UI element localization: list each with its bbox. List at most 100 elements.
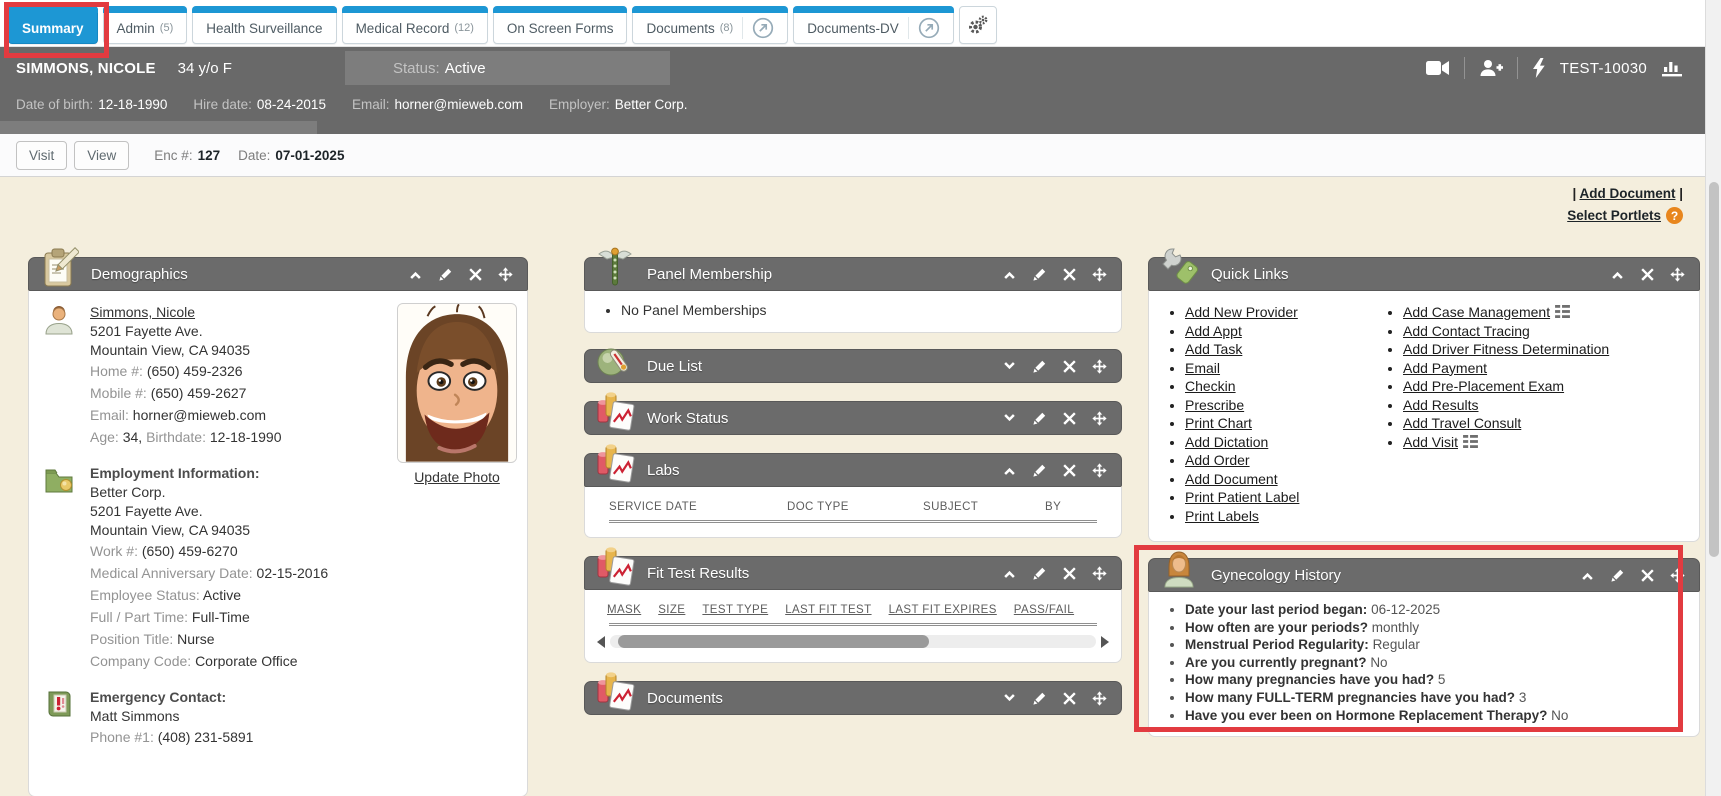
list-menu-icon[interactable] [1555,305,1570,318]
close-icon[interactable] [1062,691,1077,706]
scrollbar-track[interactable] [610,635,1096,648]
link-add-payment[interactable]: Add Payment [1403,360,1487,376]
edit-icon[interactable] [1032,566,1047,581]
close-icon[interactable] [1640,267,1655,282]
fit-col-last-fit-test[interactable]: LAST FIT TEST [785,604,871,616]
scrollbar-thumb[interactable] [618,635,929,648]
link-add-task[interactable]: Add Task [1185,341,1242,357]
link-add-dictation[interactable]: Add Dictation [1185,434,1268,450]
patient-name-link[interactable]: Simmons, Nicole [90,304,195,320]
collapse-icon[interactable] [1002,566,1017,581]
update-photo-link[interactable]: Update Photo [414,469,500,485]
link-add-document[interactable]: Add Document [1185,471,1278,487]
expand-icon[interactable] [1002,359,1017,374]
summary-main: | Add Document | Select Portlets ? Demog… [0,177,1705,796]
link-add-visit[interactable]: Add Visit [1403,434,1458,450]
scroll-left-arrow[interactable] [597,636,605,648]
tab-on-screen-forms[interactable]: On Screen Forms [493,6,628,44]
close-icon[interactable] [468,267,483,282]
popout-icon[interactable] [742,17,774,39]
lightning-bolt-icon[interactable] [1532,58,1546,78]
tab-documents[interactable]: Documents(8) [632,6,788,44]
help-icon[interactable]: ? [1666,207,1683,224]
close-icon[interactable] [1062,411,1077,426]
fit-col-size[interactable]: SIZE [658,604,685,616]
tab-label: Documents-DV [807,21,899,36]
collapse-icon[interactable] [1002,267,1017,282]
link-add-appt[interactable]: Add Appt [1185,323,1242,339]
move-icon[interactable] [1092,359,1107,374]
edit-icon[interactable] [1032,359,1047,374]
collapse-icon[interactable] [1002,463,1017,478]
view-button[interactable]: View [74,141,129,170]
add-document-link[interactable]: Add Document [1579,186,1675,201]
close-icon[interactable] [1640,568,1655,583]
move-icon[interactable] [498,267,513,282]
link-add-travel-consult[interactable]: Add Travel Consult [1403,415,1521,431]
link-print-labels[interactable]: Print Labels [1185,508,1259,524]
work-status-icon [595,390,635,434]
link-add-case-management[interactable]: Add Case Management [1403,304,1550,320]
popout-icon[interactable] [908,17,940,39]
tools-icon [1159,246,1199,290]
close-icon[interactable] [1062,463,1077,478]
collapse-icon[interactable] [408,267,423,282]
link-add-pre-placement-exam[interactable]: Add Pre-Placement Exam [1403,378,1564,394]
move-icon[interactable] [1092,463,1107,478]
link-add-driver-fitness[interactable]: Add Driver Fitness Determination [1403,341,1609,357]
visit-button[interactable]: Visit [16,141,67,170]
flowsheet-chart-icon[interactable] [1661,59,1683,78]
fit-col-mask[interactable]: MASK [607,604,641,616]
edit-icon[interactable] [438,267,453,282]
settings-gear-button[interactable] [959,6,997,44]
move-icon[interactable] [1092,267,1107,282]
expand-icon[interactable] [1002,411,1017,426]
video-camera-icon[interactable] [1426,60,1450,76]
tab-documents-dv[interactable]: Documents-DV [793,6,954,44]
close-icon[interactable] [1062,359,1077,374]
move-icon[interactable] [1092,411,1107,426]
mobile-phone: (650) 459-2627 [151,385,247,401]
page-scrollbar-thumb[interactable] [1709,182,1719,557]
collapse-icon[interactable] [1580,568,1595,583]
link-add-results[interactable]: Add Results [1403,397,1478,413]
edit-icon[interactable] [1032,463,1047,478]
patient-photo[interactable] [397,303,517,463]
link-email[interactable]: Email [1185,360,1220,376]
employee-status: Active [203,587,241,603]
link-add-new-provider[interactable]: Add New Provider [1185,304,1298,320]
banner-scroll-strip[interactable] [0,121,317,134]
edit-icon[interactable] [1610,568,1625,583]
edit-icon[interactable] [1032,691,1047,706]
tab-medical-record[interactable]: Medical Record(12) [342,6,488,44]
link-print-patient-label[interactable]: Print Patient Label [1185,489,1299,505]
edit-icon[interactable] [1032,267,1047,282]
fit-col-test-type[interactable]: TEST TYPE [702,604,768,616]
link-print-chart[interactable]: Print Chart [1185,415,1252,431]
page-vertical-scrollbar[interactable] [1705,0,1721,796]
link-add-order[interactable]: Add Order [1185,452,1250,468]
fit-col-pass-fail[interactable]: PASS/FAIL [1014,604,1074,616]
close-icon[interactable] [1062,267,1077,282]
link-checkin[interactable]: Checkin [1185,378,1236,394]
tab-label: Summary [22,21,84,36]
move-icon[interactable] [1670,267,1685,282]
tab-health-surveillance[interactable]: Health Surveillance [192,6,336,44]
add-person-icon[interactable] [1479,59,1503,77]
tab-summary[interactable]: Summary [8,6,98,44]
edit-icon[interactable] [1032,411,1047,426]
move-icon[interactable] [1092,691,1107,706]
fit-col-last-fit-expires[interactable]: LAST FIT EXPIRES [889,604,997,616]
close-icon[interactable] [1062,566,1077,581]
move-icon[interactable] [1092,566,1107,581]
collapse-icon[interactable] [1610,267,1625,282]
dob-label: Date of birth: [16,97,93,112]
list-menu-icon[interactable] [1463,435,1478,448]
move-icon[interactable] [1670,568,1685,583]
select-portlets-link[interactable]: Select Portlets [1567,208,1661,223]
tab-admin[interactable]: Admin(5) [103,6,188,44]
scroll-right-arrow[interactable] [1101,636,1109,648]
link-prescribe[interactable]: Prescribe [1185,397,1244,413]
expand-icon[interactable] [1002,691,1017,706]
link-add-contact-tracing[interactable]: Add Contact Tracing [1403,323,1530,339]
